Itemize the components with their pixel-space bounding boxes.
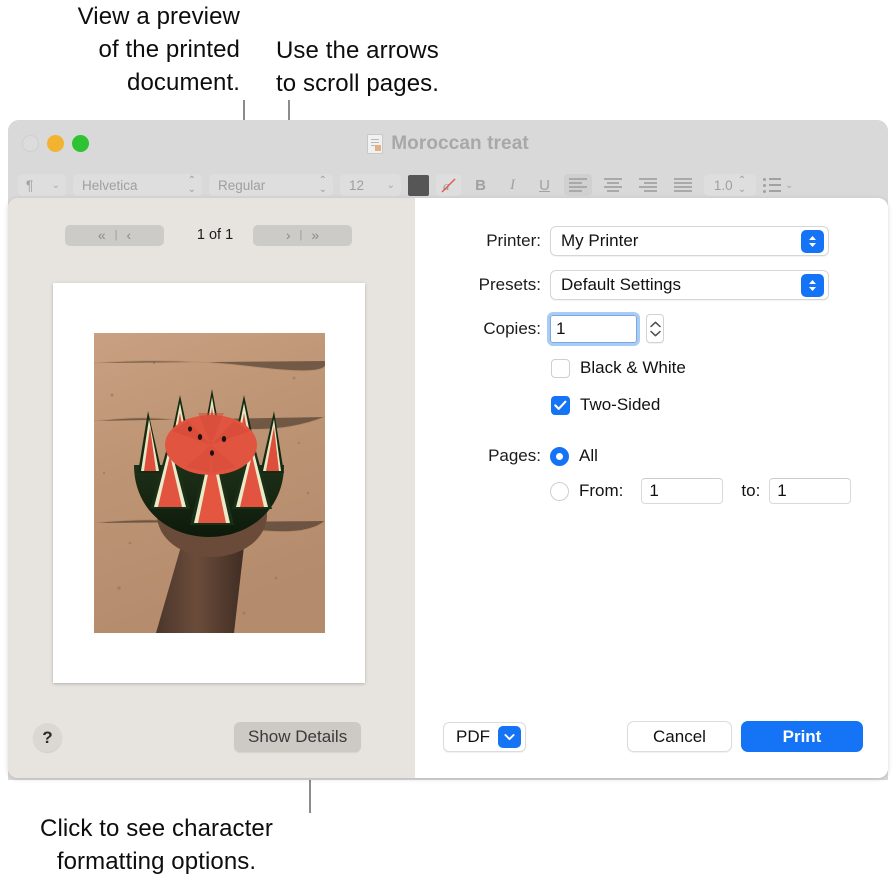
- previous-page-icon[interactable]: ‹: [126, 227, 131, 243]
- copies-stepper[interactable]: [646, 314, 664, 343]
- printer-select[interactable]: My Printer: [550, 226, 829, 256]
- align-center-button[interactable]: [599, 174, 627, 196]
- preview-bottom-bar: ? Show Details: [8, 694, 415, 778]
- list-style-menu[interactable]: ⌄: [763, 178, 793, 193]
- pages-label: Pages:: [415, 446, 550, 466]
- format-toolbar: ¶ ⌄ Helvetica ⌃⌄ Regular ⌃⌄ 12 ⌄ a B I U…: [8, 168, 888, 202]
- preview-photo: [94, 333, 325, 633]
- font-family-value: Helvetica: [82, 178, 138, 193]
- two-sided-label: Two-Sided: [580, 395, 660, 415]
- pages-all-label: All: [579, 446, 598, 466]
- chevron-updown-icon: ⌃⌄: [188, 176, 196, 194]
- show-details-button[interactable]: Show Details: [234, 722, 361, 752]
- callout-details-text: Click to see character formatting option…: [4, 812, 309, 878]
- black-white-label: Black & White: [580, 358, 686, 378]
- pages-all-radio[interactable]: [550, 447, 569, 466]
- next-page-controls[interactable]: › | »: [253, 225, 352, 246]
- pages-from-input[interactable]: [641, 478, 723, 504]
- stepper-down-icon: [650, 330, 661, 337]
- pages-to-input[interactable]: [769, 478, 851, 504]
- chevron-down-icon: ⌄: [785, 180, 793, 191]
- chevron-updown-icon: [801, 274, 824, 297]
- font-size-menu[interactable]: 12 ⌄: [340, 174, 401, 196]
- presets-select[interactable]: Default Settings: [550, 270, 829, 300]
- bullet-list-icon: [763, 178, 781, 193]
- chevron-down-icon: ⌄: [387, 180, 395, 191]
- preview-page[interactable]: [53, 283, 365, 683]
- align-justify-button[interactable]: [669, 174, 697, 196]
- line-spacing-value: 1.0: [714, 178, 733, 193]
- copies-input[interactable]: [550, 315, 637, 343]
- callout-preview-text: View a preview of the printed document.: [8, 0, 240, 99]
- font-size-value: 12: [349, 178, 364, 193]
- callout-arrows-text: Use the arrows to scroll pages.: [276, 34, 506, 100]
- page-navigation-bar: « | ‹ 1 of 1 › | »: [8, 224, 415, 246]
- cancel-button[interactable]: Cancel: [627, 721, 732, 752]
- printer-row: Printer: My Printer: [415, 226, 829, 256]
- paragraph-mark-icon: ¶: [26, 178, 33, 193]
- pages-all-row: Pages: All: [415, 446, 598, 466]
- black-white-checkbox[interactable]: [551, 359, 570, 378]
- nav-separator: |: [300, 229, 303, 241]
- print-dialog-sheet: « | ‹ 1 of 1 › | »: [8, 198, 888, 778]
- highlight-color-icon[interactable]: a: [436, 174, 461, 196]
- pages-range-row: From: to:: [415, 478, 851, 504]
- next-page-icon[interactable]: ›: [286, 227, 291, 243]
- pages-to-label: to:: [741, 481, 760, 501]
- copies-row: Copies:: [415, 314, 664, 343]
- two-sided-row: Two-Sided: [415, 395, 660, 415]
- printer-value: My Printer: [561, 231, 638, 251]
- presets-value: Default Settings: [561, 275, 681, 295]
- chevron-updown-icon: ⌃⌄: [738, 176, 746, 194]
- black-white-row: Black & White: [415, 358, 686, 378]
- document-icon: [367, 134, 383, 154]
- printer-label: Printer:: [415, 231, 550, 251]
- pages-from-radio[interactable]: [550, 482, 569, 501]
- pdf-label: PDF: [456, 727, 490, 747]
- window-title-group: Moroccan treat: [8, 133, 888, 155]
- previous-page-controls[interactable]: « | ‹: [65, 225, 164, 246]
- pdf-menu-button[interactable]: PDF: [443, 722, 526, 752]
- page-count-label: 1 of 1: [178, 227, 252, 243]
- presets-label: Presets:: [415, 275, 550, 295]
- last-page-icon[interactable]: »: [311, 227, 319, 243]
- font-style-menu[interactable]: Regular ⌃⌄: [209, 174, 333, 196]
- italic-button[interactable]: I: [500, 174, 525, 196]
- bold-button[interactable]: B: [468, 174, 493, 196]
- font-family-menu[interactable]: Helvetica ⌃⌄: [73, 174, 202, 196]
- underline-button[interactable]: U: [532, 174, 557, 196]
- first-page-icon[interactable]: «: [98, 227, 106, 243]
- line-spacing-menu[interactable]: 1.0 ⌃⌄: [704, 174, 756, 196]
- text-color-swatch[interactable]: [408, 175, 429, 196]
- chevron-updown-icon: [801, 230, 824, 253]
- nav-separator: |: [115, 229, 118, 241]
- print-button[interactable]: Print: [741, 721, 863, 752]
- paragraph-style-menu[interactable]: ¶ ⌄: [18, 174, 66, 196]
- copies-label: Copies:: [415, 319, 550, 339]
- presets-row: Presets: Default Settings: [415, 270, 829, 300]
- print-preview-pane: « | ‹ 1 of 1 › | »: [8, 198, 415, 778]
- print-settings-pane: Printer: My Printer Presets: Default Set…: [415, 198, 888, 778]
- align-right-button[interactable]: [634, 174, 662, 196]
- chevron-down-icon: [498, 726, 521, 748]
- chevron-updown-icon: ⌃⌄: [319, 176, 327, 194]
- window-title-bar: Moroccan treat: [8, 120, 888, 168]
- font-style-value: Regular: [218, 178, 265, 193]
- stepper-up-icon: [650, 321, 661, 328]
- align-left-button[interactable]: [564, 174, 592, 196]
- help-button[interactable]: ?: [33, 723, 62, 752]
- two-sided-checkbox[interactable]: [551, 396, 570, 415]
- window-title: Moroccan treat: [391, 133, 529, 155]
- pages-from-label: From:: [579, 481, 623, 501]
- chevron-down-icon: ⌄: [52, 180, 60, 191]
